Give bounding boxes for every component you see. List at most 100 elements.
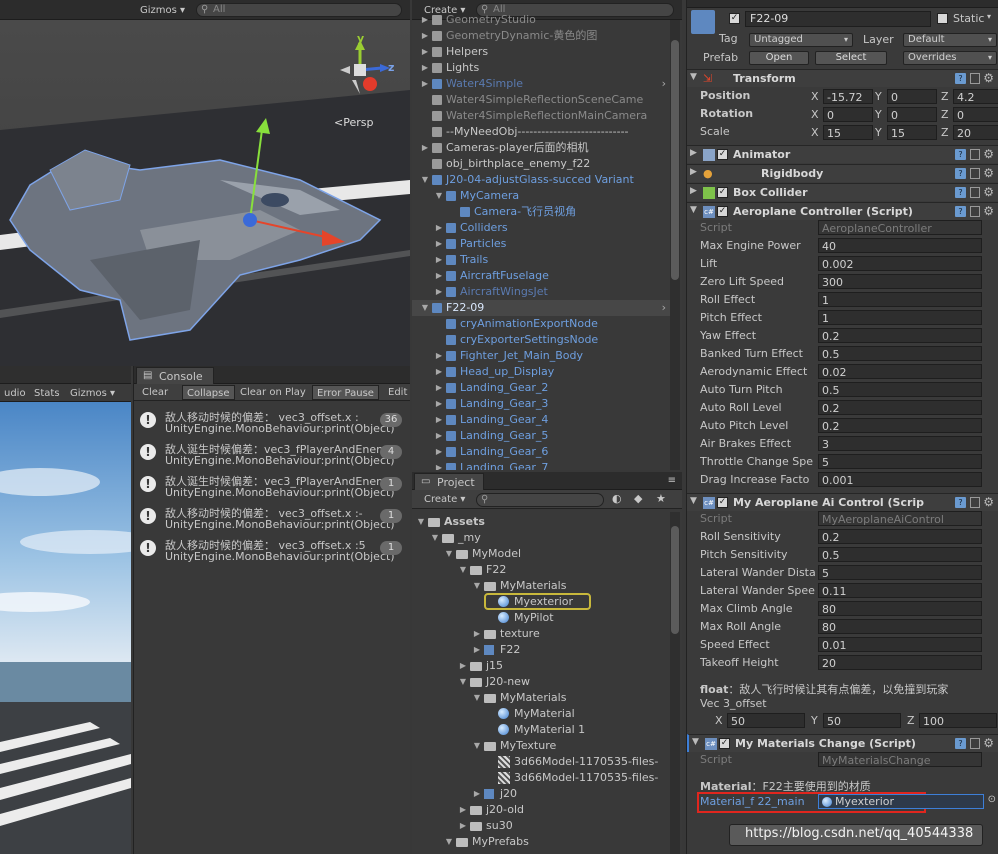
project-item[interactable]: 3d66Model-1170535-files- <box>412 770 670 786</box>
help-icon[interactable]: ? <box>955 497 966 508</box>
gear-icon[interactable]: ⚙ <box>983 204 994 218</box>
aeroplane-controller-enabled-checkbox[interactable]: ✓ <box>717 206 728 217</box>
expand-arrow-icon[interactable]: ▼ <box>420 172 430 188</box>
hierarchy-item[interactable]: ▶ Fighter_Jet_Main_Body <box>412 348 670 364</box>
collapse-arrow-icon[interactable]: ▶ <box>472 626 482 642</box>
collapse-arrow-icon[interactable]: ▶ <box>434 348 444 364</box>
prop-value-field[interactable]: 20 <box>818 655 982 670</box>
project-item[interactable]: ▼ MyTexture <box>412 738 670 754</box>
expand-arrow-icon[interactable]: ▼ <box>430 530 440 546</box>
prop-value-field[interactable]: 0.02 <box>818 364 982 379</box>
hierarchy-item[interactable]: ▶ Colliders <box>412 220 670 236</box>
gear-icon[interactable]: ⚙ <box>983 166 994 180</box>
project-item[interactable]: ▶ texture <box>412 626 670 642</box>
prop-value-field[interactable]: 0.2 <box>818 529 982 544</box>
project-item[interactable]: ▼ MyMaterials <box>412 578 670 594</box>
hierarchy-item[interactable]: ▶ AircraftFuselage <box>412 268 670 284</box>
hierarchy-item[interactable]: ▼ J20-04-adjustGlass-succed Variant <box>412 172 670 188</box>
project-item[interactable]: ▼ F22 <box>412 562 670 578</box>
expand-arrow-icon[interactable]: ▼ <box>458 562 468 578</box>
expand-arrow-icon[interactable]: ▼ <box>472 690 482 706</box>
prop-value-field[interactable]: 0.01 <box>818 637 982 652</box>
project-item[interactable]: ▶ j20 <box>412 786 670 802</box>
expand-arrow-icon[interactable]: ▼ <box>458 674 468 690</box>
prefab-overrides-dropdown[interactable]: Overrides <box>903 51 997 65</box>
filter-label-icon[interactable]: ◆ <box>634 492 642 505</box>
project-item[interactable]: ▼ _my <box>412 530 670 546</box>
hierarchy-item[interactable]: ▶ Helpers <box>412 44 670 60</box>
static-dropdown-icon[interactable]: ▾ <box>987 12 991 21</box>
gear-icon[interactable]: ⚙ <box>983 71 994 85</box>
prop-value-field[interactable]: 40 <box>818 238 982 253</box>
hierarchy-item[interactable]: cryExporterSettingsNode <box>412 332 670 348</box>
project-item[interactable]: ▼ MyModel <box>412 546 670 562</box>
hierarchy-scrollbar[interactable] <box>670 20 680 470</box>
scene-canvas[interactable] <box>0 20 410 366</box>
rigidbody-component-header[interactable]: ▶ ● Rigidbody ? ⚙ <box>687 164 998 182</box>
gear-icon[interactable]: ⚙ <box>983 736 994 750</box>
collapse-arrow-icon[interactable]: ▶ <box>434 380 444 396</box>
animator-enabled-checkbox[interactable]: ✓ <box>717 149 728 160</box>
ai-control-header[interactable]: ▼ c# ✓ My Aeroplane Ai Control (Scrip ? … <box>687 493 998 511</box>
prop-value-field[interactable]: 5 <box>818 565 982 580</box>
hierarchy-item[interactable]: Water4SimpleReflectionMainCamera <box>412 108 670 124</box>
console-clear-button[interactable]: Clear <box>138 385 172 400</box>
project-create-dropdown[interactable]: Create ▾ <box>420 492 469 507</box>
help-icon[interactable]: ? <box>955 168 966 179</box>
collapse-arrow-icon[interactable]: ▶ <box>434 220 444 236</box>
project-item[interactable]: 3d66Model-1170535-files- <box>412 754 670 770</box>
console-editor-button[interactable]: Edit <box>384 385 410 400</box>
collapse-arrow-icon[interactable]: ▶ <box>434 396 444 412</box>
console-tab[interactable]: ▤ Console <box>136 367 214 384</box>
console-message[interactable]: ! 敌人移动时候的偏差： vec3_offset.x :5 UnityEngine.… <box>134 532 410 564</box>
collapse-arrow-icon[interactable]: ▶ <box>434 268 444 284</box>
project-item[interactable]: ▶ j20-old <box>412 802 670 818</box>
expand-arrow-icon[interactable]: ▼ <box>416 514 426 530</box>
console-clear-on-play-button[interactable]: Clear on Play <box>236 385 310 400</box>
object-picker-icon[interactable]: ⊙ <box>988 794 996 805</box>
prefab-open-button[interactable]: Open <box>749 51 809 65</box>
open-prefab-arrow-icon[interactable]: › <box>662 300 666 316</box>
hierarchy-item[interactable]: obj_birthplace_enemy_f22 <box>412 156 670 172</box>
hierarchy-scroll-thumb[interactable] <box>671 40 679 280</box>
layer-dropdown[interactable]: Default <box>903 33 997 47</box>
project-item[interactable]: ▼ J20-new <box>412 674 670 690</box>
prop-value-field[interactable]: 0.2 <box>818 400 982 415</box>
hierarchy-item[interactable]: ▶ Head_up_Display <box>412 364 670 380</box>
filter-type-icon[interactable]: ◐ <box>612 492 622 505</box>
collapse-arrow-icon[interactable]: ▶ <box>420 140 430 156</box>
collapse-arrow-icon[interactable]: ▶ <box>434 460 444 470</box>
collapse-arrow-icon[interactable]: ▶ <box>458 818 468 834</box>
help-icon[interactable]: ? <box>955 738 966 749</box>
prop-value-field[interactable]: 0.2 <box>818 418 982 433</box>
prop-value-field[interactable]: 0.5 <box>818 547 982 562</box>
expand-arrow-icon[interactable]: ▼ <box>420 300 430 316</box>
expand-arrow-icon[interactable]: ▼ <box>692 737 699 747</box>
game-view[interactable]: udio Stats Gizmos ▾ <box>0 366 131 854</box>
prop-value-field[interactable]: 3 <box>818 436 982 451</box>
collapse-arrow-icon[interactable]: ▶ <box>690 186 697 196</box>
hierarchy-item[interactable]: ▶ Landing_Gear_2 <box>412 380 670 396</box>
prop-value-field[interactable]: 0.002 <box>818 256 982 271</box>
scene-view[interactable]: Gizmos ▾ All y z <P <box>0 0 410 366</box>
collapse-arrow-icon[interactable]: ▶ <box>420 60 430 76</box>
hierarchy-item[interactable]: Water4SimpleReflectionSceneCame <box>412 92 670 108</box>
preset-icon[interactable] <box>970 149 980 160</box>
inspector-panel[interactable]: ✓ F22-09 Static ▾ Tag Untagged Layer Def… <box>686 0 998 854</box>
collapse-arrow-icon[interactable]: ▶ <box>434 252 444 268</box>
preset-icon[interactable] <box>970 497 980 508</box>
boxcollider-component-header[interactable]: ▶ ✓ Box Collider ? ⚙ <box>687 183 998 201</box>
hierarchy-item[interactable]: ▶ Landing_Gear_5 <box>412 428 670 444</box>
active-checkbox[interactable]: ✓ <box>729 13 740 24</box>
ai-control-enabled-checkbox[interactable]: ✓ <box>717 497 728 508</box>
project-item[interactable]: ▼ Assets <box>412 514 670 530</box>
expand-arrow-icon[interactable]: ▼ <box>444 834 454 850</box>
preset-icon[interactable] <box>970 738 980 749</box>
prop-value-field[interactable]: 1 <box>818 292 982 307</box>
prop-value-field[interactable]: 0.2 <box>818 328 982 343</box>
open-prefab-arrow-icon[interactable]: › <box>662 76 666 92</box>
hierarchy-item[interactable]: ▶ Landing_Gear_7 <box>412 460 670 470</box>
static-checkbox[interactable] <box>937 13 948 24</box>
orientation-gizmo[interactable] <box>340 40 390 94</box>
hierarchy-item[interactable]: ▶ Landing_Gear_3 <box>412 396 670 412</box>
